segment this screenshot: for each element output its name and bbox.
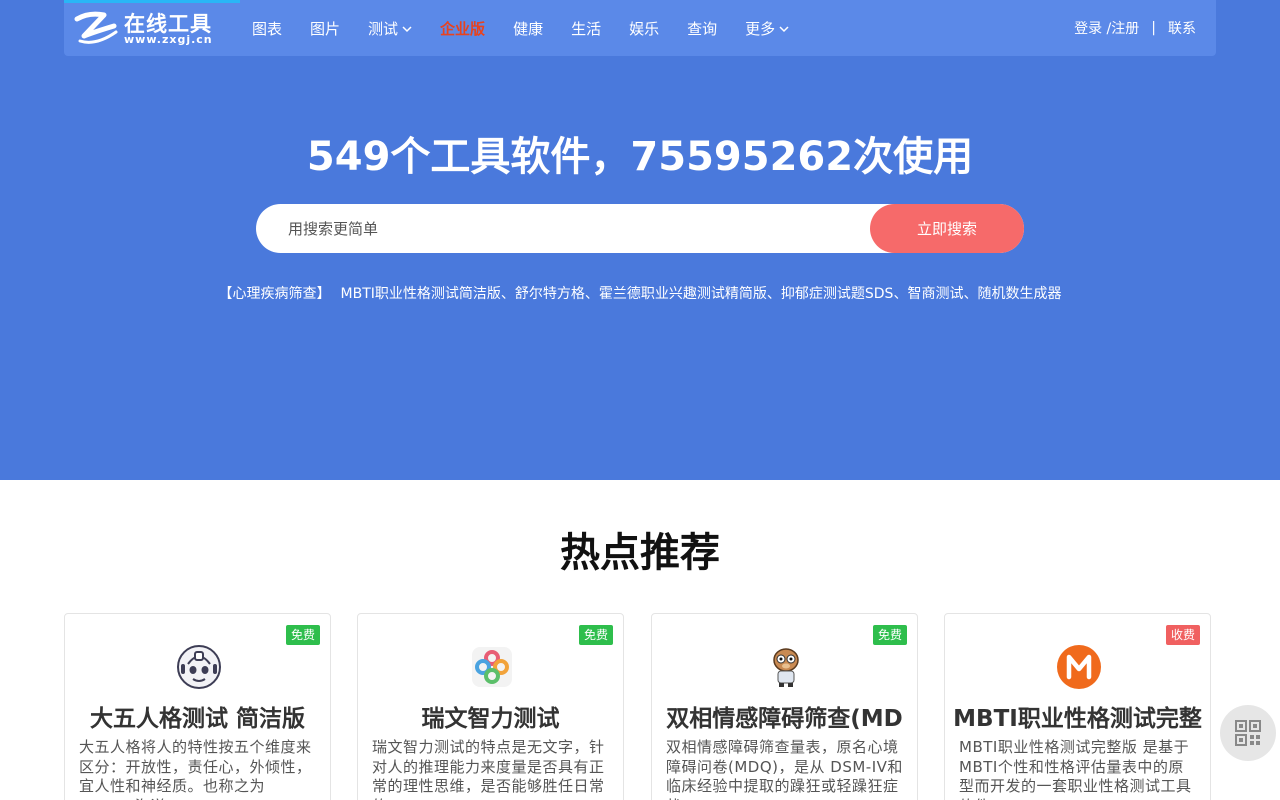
nav-item-query[interactable]: 查询 bbox=[687, 18, 717, 39]
search-box: 立即搜索 bbox=[256, 204, 1024, 253]
hero-headline: 549个工具软件，75595262次使用 bbox=[306, 134, 974, 180]
search-button[interactable]: 立即搜索 bbox=[870, 204, 1024, 253]
section-title: 热点推荐 bbox=[560, 530, 720, 576]
nav-item-charts[interactable]: 图表 bbox=[252, 18, 282, 39]
tool-card[interactable]: 免费 双相情感障碍筛查(MD 双相情感障碍筛查量表，原名心境障碍问卷(MDQ)，… bbox=[651, 613, 918, 800]
free-badge: 免费 bbox=[578, 625, 613, 645]
qr-code-icon bbox=[1235, 720, 1261, 746]
m-letter-icon bbox=[1057, 645, 1101, 689]
tool-card[interactable]: 收费 MBTI职业性格测试完整 MBTI职业性格测试完整版 是基于MBTI个性和… bbox=[944, 613, 1211, 800]
login-register-link[interactable]: 登录 /注册 bbox=[1074, 18, 1139, 38]
nav-item-entertainment[interactable]: 娱乐 bbox=[629, 18, 659, 39]
nav-item-health[interactable]: 健康 bbox=[513, 18, 543, 39]
hot-category-link[interactable]: 【心理疾病筛查】 bbox=[219, 286, 331, 302]
card-description: 大五人格将人的特性按五个维度来区分：开放性，责任心，外倾性，宜人性和神经质。也称… bbox=[79, 738, 312, 800]
nav-item-life[interactable]: 生活 bbox=[571, 18, 601, 39]
logo-url: www.zxgj.cn bbox=[124, 33, 213, 46]
nav-account: 登录 /注册 | 联系 bbox=[1074, 0, 1196, 56]
robot-face-icon bbox=[177, 645, 221, 689]
cartoon-character-icon bbox=[773, 648, 799, 687]
card-title: 大五人格测试 简洁版 bbox=[89, 706, 305, 732]
card-title: MBTI职业性格测试完整 bbox=[953, 706, 1202, 732]
card-title: 瑞文智力测试 bbox=[421, 706, 560, 732]
free-badge: 免费 bbox=[285, 625, 320, 645]
chevron-down-icon bbox=[779, 26, 789, 33]
chevron-down-icon bbox=[402, 26, 412, 33]
card-description: 瑞文智力测试的特点是无文字，针对人的推理能力来度量是否具有正常的理性思维，是否能… bbox=[372, 738, 605, 800]
navbar: 在线工具 www.zxgj.cn 图表 图片 测试 企业版 健康 生活 娱乐 查… bbox=[64, 0, 1216, 56]
search-input[interactable] bbox=[256, 204, 870, 253]
knot-pattern-icon bbox=[472, 647, 512, 687]
card-description: 双相情感障碍筛查量表，原名心境障碍问卷(MDQ)，是从 DSM-IV和临床经验中… bbox=[666, 738, 903, 800]
hot-links: 【心理疾病筛查】 MBTI职业性格测试简洁版、舒尔特方格、霍兰德职业兴趣测试精简版… bbox=[0, 283, 1280, 303]
nav-separator: | bbox=[1151, 20, 1156, 36]
paid-badge: 收费 bbox=[1165, 625, 1200, 645]
site-logo[interactable]: 在线工具 www.zxgj.cn bbox=[74, 6, 234, 50]
logo-swoosh-icon bbox=[74, 11, 118, 44]
nav-item-enterprise[interactable]: 企业版 bbox=[440, 18, 485, 39]
free-badge: 免费 bbox=[872, 625, 907, 645]
tool-card[interactable]: 免费 大五人格测试 简洁版 大五人格将人的特性按五个维度来区分：开放性，责任心，… bbox=[64, 613, 331, 800]
contact-link[interactable]: 联系 bbox=[1168, 18, 1196, 38]
nav-item-images[interactable]: 图片 bbox=[310, 18, 340, 39]
card-title: 双相情感障碍筛查(MD bbox=[666, 706, 903, 732]
qr-code-button[interactable] bbox=[1220, 705, 1276, 761]
hot-tool-links[interactable]: MBTI职业性格测试简洁版、舒尔特方格、霍兰德职业兴趣测试精简版、抑郁症测试题S… bbox=[341, 286, 1062, 302]
nav-active-indicator bbox=[64, 0, 240, 3]
nav-menu: 图表 图片 测试 企业版 健康 生活 娱乐 查询 更多 bbox=[252, 0, 817, 56]
card-description: MBTI职业性格测试完整版 是基于MBTI个性和性格评估量表中的原型而开发的一套… bbox=[959, 738, 1192, 800]
tool-card[interactable]: 免费 瑞文智力测试 瑞文智力测试的特点是无文字，针对人的推理能力来度量是否具有正… bbox=[357, 613, 624, 800]
nav-item-tests[interactable]: 测试 bbox=[368, 18, 412, 39]
nav-item-more[interactable]: 更多 bbox=[745, 18, 789, 39]
